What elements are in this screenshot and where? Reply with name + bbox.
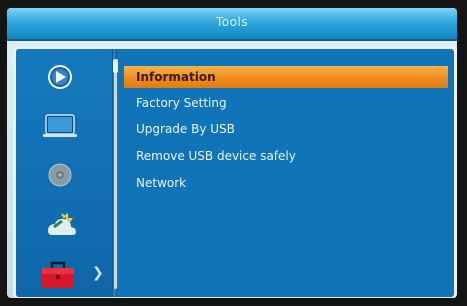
menu-item-remove-usb[interactable]: Remove USB device safely: [124, 145, 448, 167]
play-icon: [48, 65, 72, 89]
title-bar: Tools: [7, 8, 457, 41]
chevron-right-icon: ❯: [92, 265, 104, 281]
menu-item-upgrade-by-usb[interactable]: Upgrade By USB: [124, 118, 448, 140]
tools-panel: ❯ Information Factory Setting Upgrade By…: [13, 46, 457, 298]
monitor-icon: [43, 114, 77, 137]
menu-item-network[interactable]: Network: [124, 172, 448, 194]
menu-list: Information Factory Setting Upgrade By U…: [124, 49, 454, 297]
sidebar-item-channel[interactable]: [16, 153, 112, 197]
disc-icon: [48, 163, 72, 187]
scrollbar-thumb[interactable]: [113, 59, 118, 73]
window-title: Tools: [215, 15, 249, 29]
menu-item-information[interactable]: Information: [124, 66, 448, 88]
sidebar-item-picture[interactable]: [16, 103, 112, 147]
weather-icon: [48, 213, 76, 235]
toolbox-icon: [42, 261, 74, 288]
tv-screen: Tools ❯ Information Factory Setting Upgr…: [7, 8, 457, 298]
tv-bezel: Tools ❯ Information Factory Setting Upgr…: [0, 0, 467, 306]
menu-item-factory-setting[interactable]: Factory Setting: [124, 92, 448, 114]
sidebar-item-media[interactable]: [16, 55, 112, 99]
scrollbar-track[interactable]: [114, 61, 117, 289]
sidebar-item-tools[interactable]: ❯: [16, 251, 112, 295]
sidebar-item-system[interactable]: [16, 201, 112, 245]
sidebar: ❯: [16, 49, 112, 297]
